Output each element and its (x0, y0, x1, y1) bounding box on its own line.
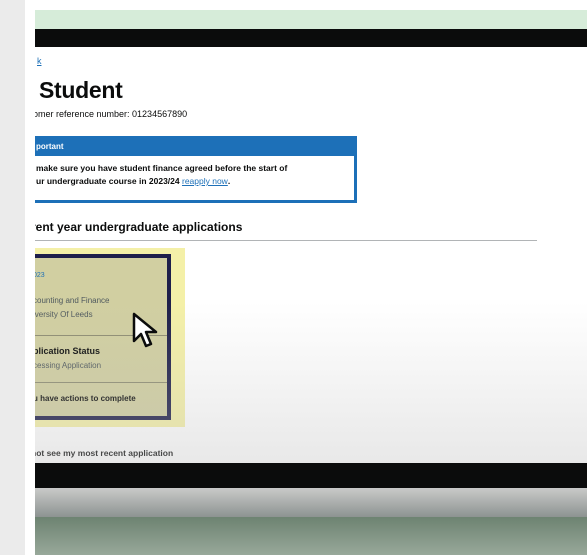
section-heading: rent year undergraduate applications (35, 220, 243, 234)
card-status-value: cessing Application (35, 361, 102, 370)
page-content: k Student omer reference number: 0123456… (35, 47, 587, 463)
card-course: counting and Finance iversity Of Leeds (35, 294, 110, 322)
banner-title: portant (35, 139, 354, 156)
banner-line-2: ur undergraduate course in 2023/24 reapp… (36, 175, 354, 188)
card-year[interactable]: 023 (35, 272, 45, 279)
mouse-pointer-icon (132, 312, 158, 348)
customer-reference: omer reference number: 01234567890 (35, 109, 188, 119)
page-title: Student (39, 77, 123, 103)
back-link[interactable]: k (37, 56, 42, 66)
browser-strip (35, 10, 587, 29)
banner-line-2-text: ur undergraduate course in 2023/24 (36, 176, 182, 186)
site-footer (35, 463, 587, 488)
card-university: iversity Of Leeds (35, 310, 93, 319)
important-banner: portant make sure you have student finan… (35, 136, 357, 203)
card-actions[interactable]: u have actions to complete (35, 394, 136, 403)
monitor-bezel (35, 488, 587, 517)
banner-body: make sure you have student finance agree… (35, 156, 354, 188)
reapply-link[interactable]: reapply now (182, 176, 228, 186)
screen-frame: k Student omer reference number: 0123456… (25, 0, 587, 555)
site-header (35, 29, 587, 47)
background-surface (35, 517, 587, 555)
card-status-label: plication Status (35, 346, 101, 356)
card-divider (35, 382, 167, 383)
missing-application-link[interactable]: not see my most recent application (35, 448, 173, 458)
banner-line-1: make sure you have student finance agree… (36, 163, 288, 173)
section-divider (35, 240, 537, 241)
banner-line-2-end: . (227, 176, 231, 186)
card-course-name: counting and Finance (35, 296, 110, 305)
